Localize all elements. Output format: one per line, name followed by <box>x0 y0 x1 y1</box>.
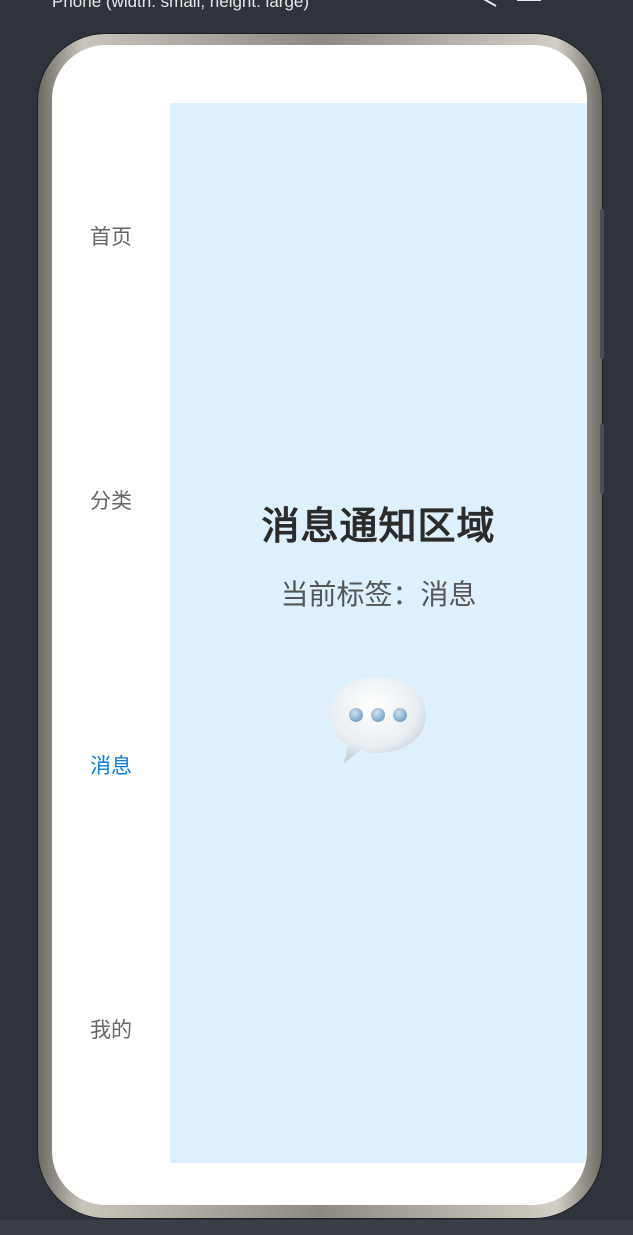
speech-bubble-icon <box>330 677 426 763</box>
rotate-icon[interactable] <box>440 0 464 8</box>
device-label: Phone (width: small, height: large) <box>52 0 310 11</box>
back-icon[interactable] <box>478 0 500 8</box>
tab-home[interactable]: 首页 <box>52 223 170 251</box>
previewer-toolbar: Phone (width: small, height: large) <box>0 0 633 14</box>
phone-screen: 首页 分类 消息 我的 消息通知区域 当前标签：消息 <box>52 45 587 1205</box>
tab-mine[interactable]: 我的 <box>52 1016 170 1044</box>
tab-messages[interactable]: 消息 <box>52 752 170 780</box>
content-panel: 消息通知区域 当前标签：消息 <box>170 103 587 1163</box>
fold-icon[interactable] <box>516 0 542 8</box>
current-tab-label: 当前标签：消息 <box>280 578 477 611</box>
sidebar: 首页 分类 消息 我的 <box>52 103 170 1163</box>
status-strip <box>0 1220 633 1235</box>
power-button <box>600 424 604 494</box>
content-title: 消息通知区域 <box>261 504 496 548</box>
volume-button <box>600 209 604 359</box>
more-icon[interactable] <box>560 0 574 8</box>
tab-category[interactable]: 分类 <box>52 487 170 515</box>
